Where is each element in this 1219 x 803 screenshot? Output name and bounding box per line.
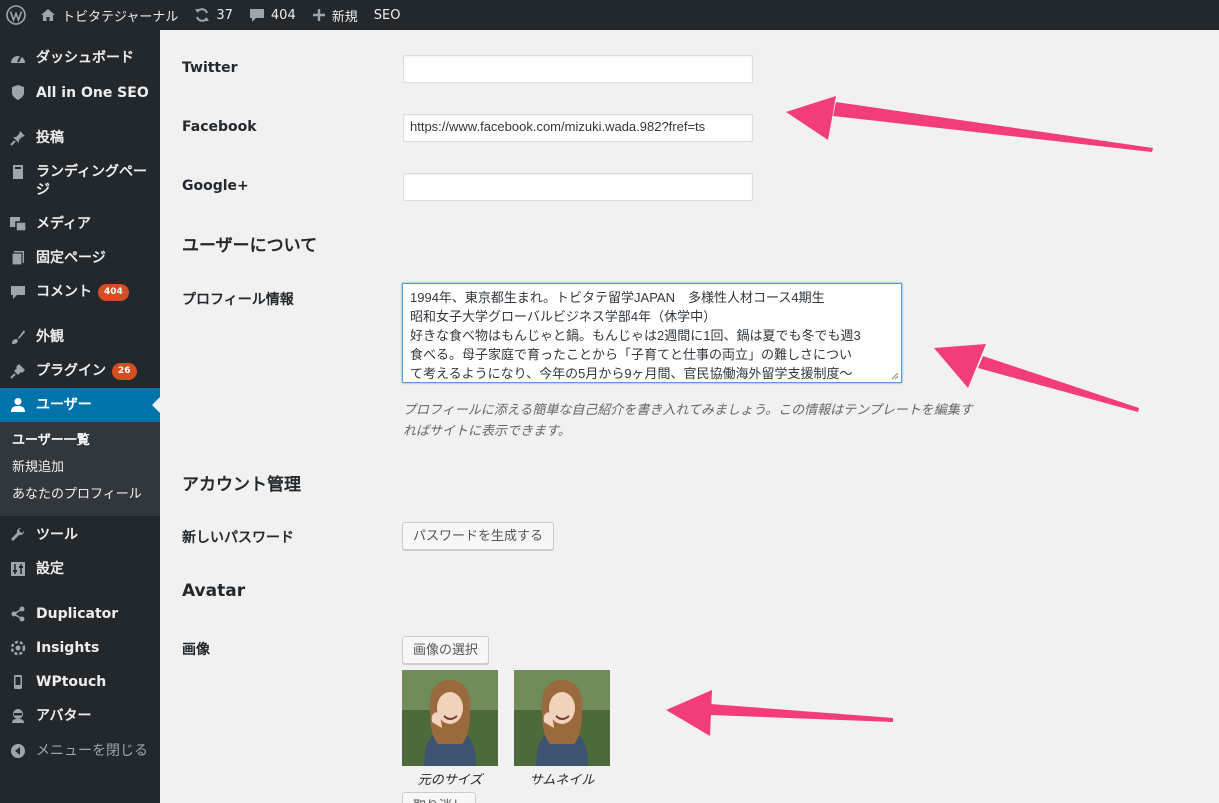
profile-bio-line: て考えるようになり、今年の5月から9ヶ月間、官民協働海外留学支援制度〜 (410, 366, 853, 381)
dashboard-icon (8, 48, 28, 68)
site-name-link[interactable]: トビタテジャーナル (32, 0, 186, 30)
user-icon (8, 395, 28, 415)
profile-description-line: プロフィールに添える簡単な自己紹介を書き入れてみましょう。この情報はテンプレート… (403, 403, 973, 418)
sidebar-item-users[interactable]: ユーザー (0, 388, 160, 422)
sidebar-item-all-in-one-seo[interactable]: All in One SEO (0, 83, 160, 103)
sidebar-item-comments[interactable]: コメント 404 (0, 282, 160, 302)
collapse-menu-button[interactable]: メニューを閉じる (0, 741, 160, 761)
wrench-icon (8, 525, 28, 545)
twitter-label: Twitter (182, 60, 238, 76)
submenu-your-profile[interactable]: あなたのプロフィール (0, 484, 160, 511)
submenu-add-new[interactable]: 新規追加 (0, 457, 160, 484)
book-icon (8, 162, 28, 182)
avatar-heading: Avatar (182, 581, 246, 601)
generate-password-button[interactable]: パスワードを生成する (402, 522, 555, 550)
sidebar-comments-label: コメント (36, 284, 92, 300)
site-name: トビタテジャーナル (62, 9, 179, 25)
admin-bar: トビタテジャーナル 37 404 新規 SEO (0, 0, 1219, 30)
image-label: 画像 (182, 642, 210, 658)
seo-label: SEO (373, 7, 401, 23)
sidebar-item-landing-pages[interactable]: ランディングページ (0, 162, 160, 199)
pin-icon (8, 128, 28, 148)
twitter-input[interactable] (403, 55, 753, 83)
profile-info-label: プロフィール情報 (182, 292, 294, 308)
updates-count: 37 (216, 7, 233, 23)
original-size-caption: 元のサイズ (417, 773, 483, 788)
about-user-heading: ユーザーについて (182, 236, 318, 256)
profile-bio-line: 昭和女子大学グローバルビジネス学部4年（休学中） (410, 309, 717, 324)
page-icon (8, 248, 28, 268)
resize-grip-icon[interactable] (891, 372, 899, 380)
ninja-icon (8, 706, 28, 726)
share-icon (8, 604, 28, 624)
wordpress-logo-icon[interactable] (0, 0, 32, 30)
profile-description-line: ればサイトに表示できます。 (403, 424, 571, 439)
profile-description: プロフィールに添える簡単な自己紹介を書き入れてみましょう。この情報はテンプレート… (403, 400, 1033, 442)
facebook-input[interactable]: https://www.facebook.com/mizuki.wada.982… (403, 114, 753, 142)
sidebar-item-dashboard[interactable]: ダッシュボード (0, 48, 160, 68)
sidebar-item-plugins[interactable]: プラグイン 26 (0, 361, 160, 381)
profile-bio-textarea[interactable]: 1994年、東京都生まれ。トビタテ留学JAPAN 多様性人材コース4期生 昭和女… (402, 283, 902, 383)
avatar-thumbnail-image (514, 670, 610, 766)
profile-bio-line: 食べる。母子家庭で育ったことから「子育てと仕事の両立」の難しさについ (410, 347, 853, 362)
new-content-link[interactable]: 新規 (304, 0, 366, 30)
refresh-icon (194, 7, 210, 23)
brush-icon (8, 327, 28, 347)
sidebar-item-appearance[interactable]: 外観 (0, 327, 160, 347)
profile-form: Twitter Facebook https://www.facebook.co… (160, 30, 1219, 803)
shield-icon (8, 83, 28, 103)
submenu-user-list[interactable]: ユーザー一覧 (0, 430, 160, 457)
users-submenu: ユーザー一覧 新規追加 あなたのプロフィール (0, 422, 160, 516)
plus-icon (312, 8, 326, 22)
collapse-arrow-icon (8, 741, 28, 761)
sidebar-item-insights[interactable]: Insights (0, 638, 160, 658)
sidebar-item-media[interactable]: メディア (0, 214, 160, 234)
profile-bio-line: 1994年、東京都生まれ。トビタテ留学JAPAN 多様性人材コース4期生 (410, 290, 825, 305)
account-management-heading: アカウント管理 (182, 475, 301, 495)
comments-badge: 404 (98, 284, 129, 301)
thumbnail-caption: サムネイル (529, 773, 595, 788)
sliders-icon (8, 559, 28, 579)
phone-icon (8, 672, 28, 692)
admin-sidebar: ダッシュボード All in One SEO 投稿 ランディングページ メディア… (0, 30, 160, 803)
seo-link[interactable]: SEO (366, 0, 409, 30)
select-image-button[interactable]: 画像の選択 (402, 636, 490, 664)
home-icon (40, 8, 56, 22)
sidebar-item-tools[interactable]: ツール (0, 525, 160, 545)
facebook-label: Facebook (182, 119, 257, 135)
googleplus-input[interactable] (403, 173, 753, 201)
sidebar-item-pages[interactable]: 固定ページ (0, 248, 160, 268)
new-label: 新規 (331, 9, 358, 25)
sidebar-item-posts[interactable]: 投稿 (0, 128, 160, 148)
plugins-badge: 26 (112, 363, 137, 380)
new-password-label: 新しいパスワード (182, 530, 294, 546)
remove-image-button[interactable]: 取り消し (402, 792, 477, 803)
googleplus-label: Google+ (182, 178, 249, 194)
sidebar-item-duplicator[interactable]: Duplicator (0, 604, 160, 624)
sidebar-plugins-label: プラグイン (36, 363, 106, 379)
updates-link[interactable]: 37 (186, 0, 241, 30)
comment-bubble-icon (249, 8, 265, 23)
avatar-original-image (402, 670, 498, 766)
sidebar-item-wptouch[interactable]: WPtouch (0, 672, 160, 692)
media-icon (8, 214, 28, 234)
comment-icon (8, 282, 28, 302)
sidebar-item-avatar[interactable]: アバター (0, 706, 160, 726)
gear-icon (8, 638, 28, 658)
comments-count: 404 (270, 7, 296, 23)
plugin-icon (8, 361, 28, 381)
sidebar-item-settings[interactable]: 設定 (0, 559, 160, 579)
comments-link[interactable]: 404 (241, 0, 304, 30)
profile-bio-line: 好きな食べ物はもんじゃと鍋。もんじゃは2週間に1回、鍋は夏でも冬でも週3 (410, 328, 861, 343)
